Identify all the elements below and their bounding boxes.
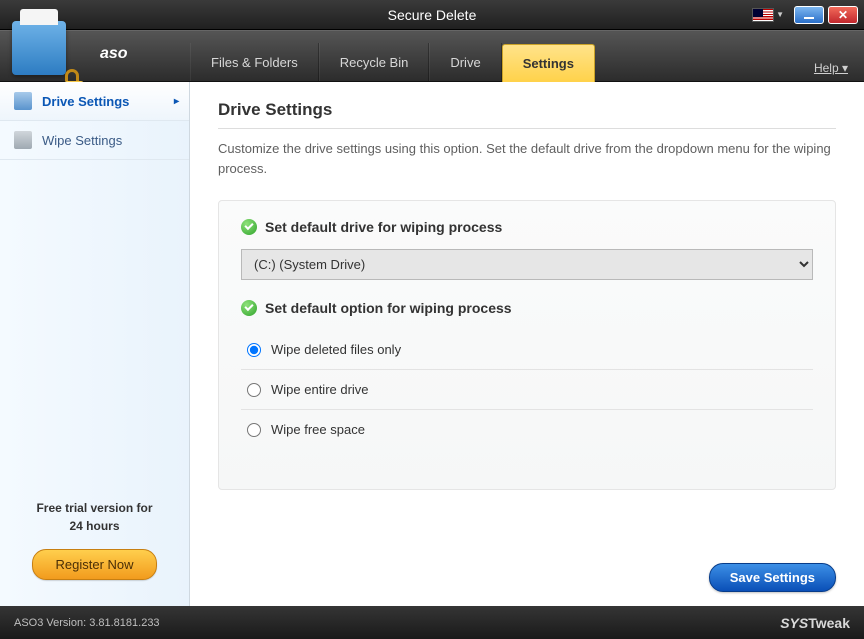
option-wipe-entire[interactable]: Wipe entire drive (241, 370, 813, 410)
version-text: ASO3 Version: 3.81.8181.233 (14, 617, 160, 629)
window-title: Secure Delete (388, 7, 477, 23)
trial-text: Free trial version for 24 hours (10, 499, 179, 535)
check-circle-icon (241, 300, 257, 316)
radio-wipe-free[interactable] (247, 423, 261, 437)
tab-recycle-bin[interactable]: Recycle Bin (319, 43, 430, 81)
sidebar-item-label: Wipe Settings (42, 133, 122, 148)
language-flag[interactable]: ▼ (752, 8, 790, 22)
main-content: Drive Settings Customize the drive setti… (190, 82, 864, 606)
drive-icon (14, 92, 32, 110)
title-bar: Secure Delete ▼ ✕ (0, 0, 864, 30)
tab-files-folders[interactable]: Files & Folders (190, 43, 319, 81)
page-description: Customize the drive settings using this … (218, 139, 836, 178)
shredder-icon (12, 21, 66, 75)
section-default-drive: Set default drive for wiping process (241, 219, 813, 235)
sidebar-item-label: Drive Settings (42, 94, 129, 109)
tab-settings[interactable]: Settings (502, 44, 595, 82)
option-label: Wipe entire drive (271, 382, 369, 397)
tab-bar: Files & Folders Recycle Bin Drive Settin… (190, 43, 595, 81)
register-button[interactable]: Register Now (32, 549, 156, 580)
section-default-option: Set default option for wiping process (241, 300, 813, 316)
sidebar-item-wipe-settings[interactable]: Wipe Settings (0, 121, 189, 160)
header: aso Files & Folders Recycle Bin Drive Se… (0, 30, 864, 82)
flag-us-icon (752, 8, 774, 22)
brand-text: aso (100, 45, 128, 63)
sidebar: Drive Settings Wipe Settings Free trial … (0, 82, 190, 606)
tab-drive[interactable]: Drive (429, 43, 501, 81)
minimize-button[interactable] (794, 6, 824, 24)
option-wipe-deleted[interactable]: Wipe deleted files only (241, 330, 813, 370)
chevron-down-icon: ▼ (776, 10, 784, 19)
radio-wipe-entire[interactable] (247, 383, 261, 397)
option-label: Wipe deleted files only (271, 342, 401, 357)
default-drive-select[interactable]: (C:) (System Drive) (241, 249, 813, 280)
eraser-icon (14, 131, 32, 149)
check-circle-icon (241, 219, 257, 235)
option-label: Wipe free space (271, 422, 365, 437)
vendor-logo: SYSTweak (780, 615, 850, 631)
settings-panel: Set default drive for wiping process (C:… (218, 200, 836, 490)
app-icon (12, 21, 82, 91)
close-button[interactable]: ✕ (828, 6, 858, 24)
status-bar: ASO3 Version: 3.81.8181.233 SYSTweak (0, 606, 864, 639)
page-title: Drive Settings (218, 100, 836, 129)
save-settings-button[interactable]: Save Settings (709, 563, 836, 592)
help-link[interactable]: Help ▾ (814, 61, 848, 75)
option-wipe-free[interactable]: Wipe free space (241, 410, 813, 449)
radio-wipe-deleted[interactable] (247, 343, 261, 357)
sidebar-item-drive-settings[interactable]: Drive Settings (0, 82, 189, 121)
